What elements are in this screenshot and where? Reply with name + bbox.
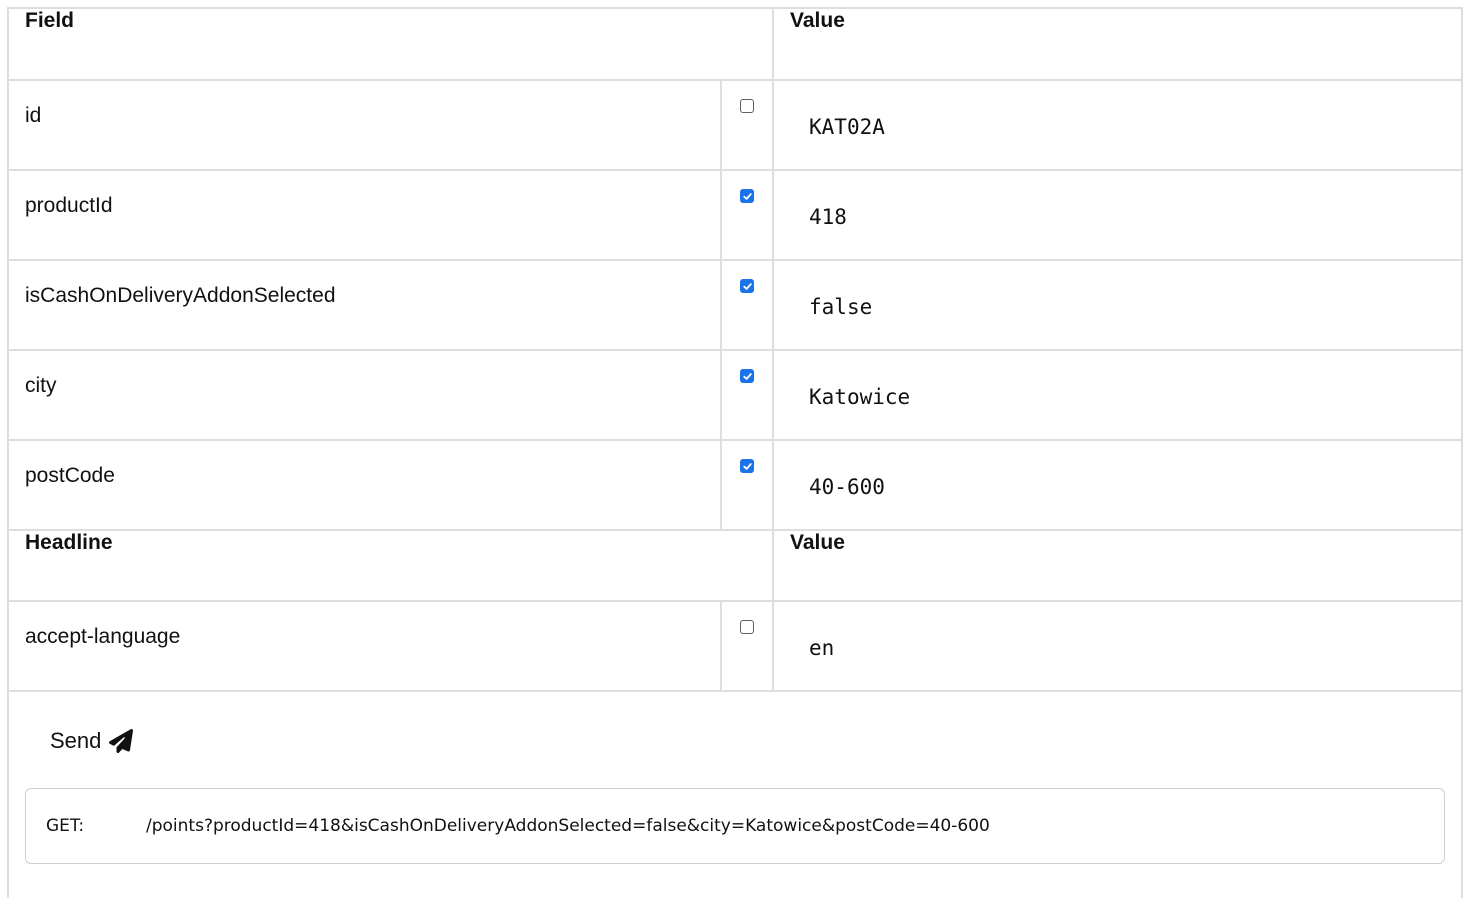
param-row-id: id KAT02A bbox=[9, 80, 1462, 171]
headline-column-header: Headline bbox=[9, 530, 774, 602]
field-column-header: Field bbox=[9, 9, 774, 81]
include-checkbox[interactable] bbox=[740, 620, 754, 634]
include-checkbox[interactable] bbox=[740, 459, 754, 473]
request-path: /points?productId=418&isCashOnDeliveryAd… bbox=[146, 816, 990, 836]
header-row-accept-language: accept-language en bbox=[9, 601, 1462, 692]
include-checkbox[interactable] bbox=[740, 189, 754, 203]
send-area: Send bbox=[9, 692, 1461, 756]
param-name: postCode bbox=[9, 440, 721, 531]
param-name: id bbox=[9, 80, 721, 171]
param-name: isCashOnDeliveryAddonSelected bbox=[9, 260, 721, 351]
param-row-productId: productId 418 bbox=[9, 170, 1462, 261]
param-value[interactable]: false bbox=[772, 260, 1462, 351]
value-column-header: Value bbox=[772, 9, 1462, 81]
param-name: productId bbox=[9, 170, 721, 261]
send-label: Send bbox=[50, 728, 102, 753]
param-name: city bbox=[9, 350, 721, 441]
header-value[interactable]: en bbox=[772, 601, 1462, 692]
paper-plane-icon bbox=[109, 729, 134, 753]
params-table: Field Value id KAT02A productId 418 isCa… bbox=[9, 9, 1462, 692]
header-value-column-header: Value bbox=[772, 530, 1462, 602]
fields-header-row: Field Value bbox=[9, 9, 1462, 81]
param-value[interactable]: 418 bbox=[772, 170, 1462, 261]
param-row-isCashOnDeliveryAddonSelected: isCashOnDeliveryAddonSelected false bbox=[9, 260, 1462, 351]
include-checkbox[interactable] bbox=[740, 279, 754, 293]
include-checkbox[interactable] bbox=[740, 369, 754, 383]
request-method: GET: bbox=[46, 816, 85, 836]
param-row-postCode: postCode 40-600 bbox=[9, 440, 1462, 531]
headers-header-row: Headline Value bbox=[9, 530, 1462, 602]
param-value[interactable]: Katowice bbox=[772, 350, 1462, 441]
param-value[interactable]: 40-600 bbox=[772, 440, 1462, 531]
request-panel: Field Value id KAT02A productId 418 isCa… bbox=[7, 7, 1463, 898]
header-name: accept-language bbox=[9, 601, 721, 692]
param-value[interactable]: KAT02A bbox=[772, 80, 1462, 171]
param-row-city: city Katowice bbox=[9, 350, 1462, 441]
include-checkbox[interactable] bbox=[740, 99, 754, 113]
send-button[interactable]: Send bbox=[50, 728, 135, 754]
request-url-display: GET: /points?productId=418&isCashOnDeliv… bbox=[25, 788, 1445, 864]
